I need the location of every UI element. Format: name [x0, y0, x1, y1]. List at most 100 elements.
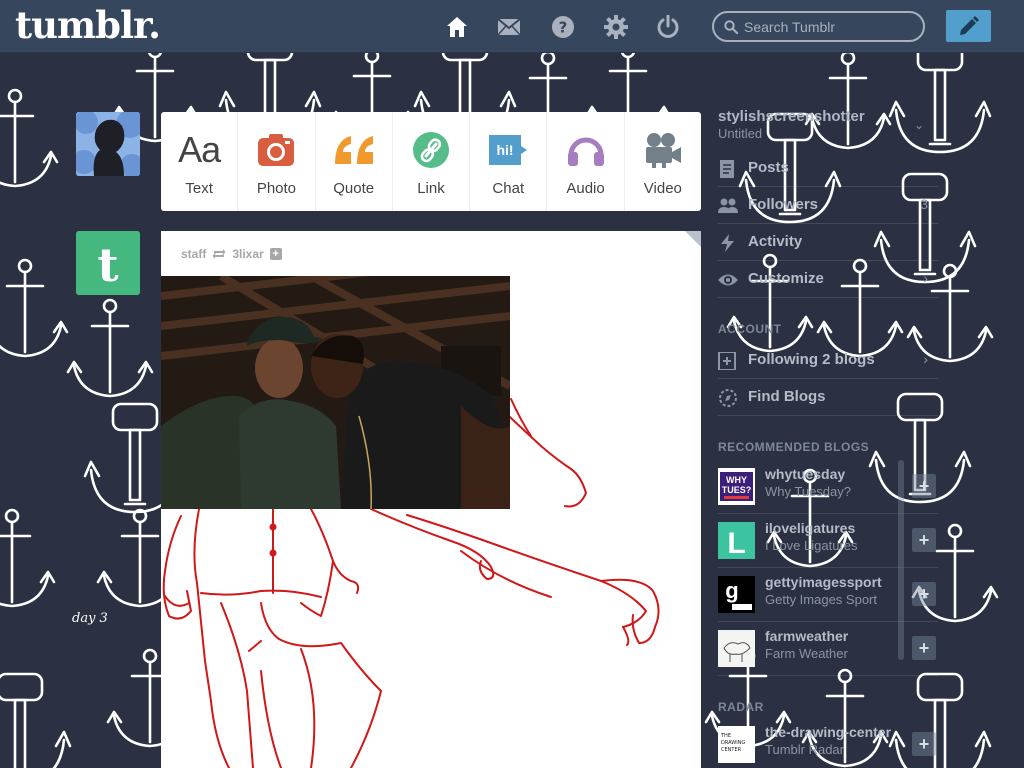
tumblr-logo[interactable]: tumblr.: [15, 3, 161, 47]
sidebar-item-customize[interactable]: Customize ›: [718, 261, 938, 298]
sidebar-item-label: Customize: [748, 270, 824, 287]
rec-blog-title: Farm Weather: [765, 646, 848, 661]
compass-icon: [719, 389, 737, 407]
svg-text:THE: THE: [720, 733, 731, 739]
text-aa-icon: Aa: [178, 129, 221, 170]
post-type-quote[interactable]: Quote: [316, 112, 393, 211]
search-input[interactable]: [744, 17, 919, 37]
quote-icon: [316, 130, 392, 170]
sidebar-item-count: 3: [920, 196, 928, 212]
post-type-video[interactable]: Video: [625, 112, 701, 211]
chevron-down-icon[interactable]: ⌄: [914, 118, 924, 132]
post-type-label: Audio: [566, 180, 605, 197]
post-corner-fold: [685, 231, 701, 247]
recommended-blog[interactable]: g gettyimagessport Getty Images Sport +: [718, 568, 938, 622]
sidebar-item-following[interactable]: Following 2 blogs ›: [718, 342, 938, 379]
svg-text:DRAWING: DRAWING: [721, 740, 745, 746]
tumblr-blog-avatar[interactable]: t: [76, 231, 140, 295]
post-type-chat[interactable]: hi! Chat: [470, 112, 548, 211]
mail-icon[interactable]: [497, 15, 521, 39]
sidebar-blog-title: Untitled: [718, 126, 763, 141]
rec-blog-avatar: L: [718, 522, 755, 559]
search-icon: [724, 20, 738, 34]
sidebar-item-posts[interactable]: Posts: [718, 150, 938, 187]
reblogged-from[interactable]: 3lixar: [232, 247, 263, 261]
followers-icon: [718, 198, 738, 213]
power-icon[interactable]: [656, 14, 680, 39]
svg-text:hi!: hi!: [497, 142, 514, 158]
sidebar-blog-name[interactable]: stylishscreenshotter: [718, 108, 865, 125]
post-card: staff 3lixar +: [161, 231, 701, 768]
follow-plus-icon[interactable]: +: [912, 636, 936, 660]
right-sidebar: stylishscreenshotter Untitled ⌄ Posts Fo…: [708, 100, 938, 768]
eye-icon: [718, 274, 738, 286]
recommended-blog[interactable]: L iloveligatures I Love Ligatures +: [718, 514, 938, 568]
post-type-label: Chat: [492, 180, 525, 197]
post-author[interactable]: staff: [181, 247, 206, 261]
svg-text:?: ?: [559, 19, 568, 37]
radar-heading: RADAR: [718, 700, 764, 714]
post-photo[interactable]: [161, 276, 510, 509]
headphones-icon: [547, 130, 623, 170]
top-nav-bar: tumblr. ?: [0, 0, 1024, 53]
reblog-icon: [212, 249, 226, 259]
post-type-audio[interactable]: Audio: [547, 112, 625, 211]
sidebar-item-label: Posts: [748, 159, 789, 176]
post-type-label: Text: [185, 180, 213, 197]
pencil-icon: [960, 16, 979, 35]
svg-text:WHY: WHY: [726, 475, 747, 485]
chevron-right-icon: ›: [923, 351, 928, 367]
search-box[interactable]: [712, 11, 925, 42]
follow-plus-icon[interactable]: +: [912, 474, 936, 498]
svg-text:CENTER: CENTER: [721, 747, 742, 753]
recommended-blog[interactable]: farmweather Farm Weather +: [718, 622, 938, 676]
rec-blog-title: Tumblr Radar: [765, 742, 844, 757]
radar-blog[interactable]: THE DRAWING CENTER the-drawing-center Tumb…: [718, 718, 938, 768]
svg-text:L: L: [727, 527, 745, 559]
home-icon[interactable]: [445, 15, 469, 39]
user-avatar[interactable]: [76, 112, 140, 176]
svg-text:t: t: [97, 238, 119, 292]
following-icon: [718, 352, 736, 370]
chevron-right-icon: ›: [923, 270, 928, 286]
sidebar-item-followers[interactable]: Followers 3: [718, 187, 938, 224]
recommended-blog[interactable]: WHY TUES? whytuesday Why Tuesday? +: [718, 460, 938, 514]
rec-blog-name: farmweather: [765, 628, 849, 644]
post-type-label: Quote: [333, 180, 375, 197]
video-camera-icon: [625, 130, 701, 170]
gear-icon[interactable]: [604, 15, 628, 39]
post-type-text[interactable]: Aa Text: [161, 112, 239, 211]
post-type-photo[interactable]: Photo: [238, 112, 316, 211]
rec-blog-avatar: THE DRAWING CENTER: [718, 726, 755, 763]
rec-blog-avatar: [718, 630, 755, 667]
follow-plus-icon[interactable]: +: [912, 732, 936, 756]
post-type-link[interactable]: Link: [393, 112, 471, 211]
activity-icon: [721, 234, 734, 252]
post-header: staff 3lixar +: [181, 247, 282, 261]
rec-blog-title: I Love Ligatures: [765, 538, 858, 553]
sidebar-item-activity[interactable]: Activity: [718, 224, 938, 261]
recommended-scrollbar[interactable]: [898, 460, 904, 660]
rec-blog-avatar: g: [718, 576, 755, 613]
svg-text:g: g: [725, 578, 738, 603]
posts-icon: [720, 160, 734, 178]
rec-blog-name: whytuesday: [765, 466, 846, 482]
help-icon[interactable]: ?: [551, 15, 575, 39]
sidebar-item-label: Find Blogs: [748, 388, 826, 405]
post-type-label: Photo: [256, 180, 297, 197]
camera-icon: [238, 130, 314, 170]
sidebar-item-find-blogs[interactable]: Find Blogs: [718, 379, 938, 416]
post-type-label: Link: [417, 180, 445, 197]
plus-icon[interactable]: +: [269, 248, 282, 260]
follow-plus-icon[interactable]: +: [912, 528, 936, 552]
rec-blog-avatar: WHY TUES?: [718, 468, 755, 505]
follow-plus-icon[interactable]: +: [912, 582, 936, 606]
compose-button[interactable]: [946, 10, 991, 42]
account-heading: ACCOUNT: [718, 322, 782, 336]
post-type-label: Video: [643, 180, 682, 197]
svg-text:TUES?: TUES?: [722, 485, 752, 495]
recommended-heading: RECOMMENDED BLOGS: [718, 440, 870, 454]
sidebar-item-label: Activity: [748, 233, 803, 250]
post-type-bar: Aa Text Photo Quote Link hi! Chat Audio: [161, 112, 701, 211]
link-icon: [393, 130, 469, 170]
